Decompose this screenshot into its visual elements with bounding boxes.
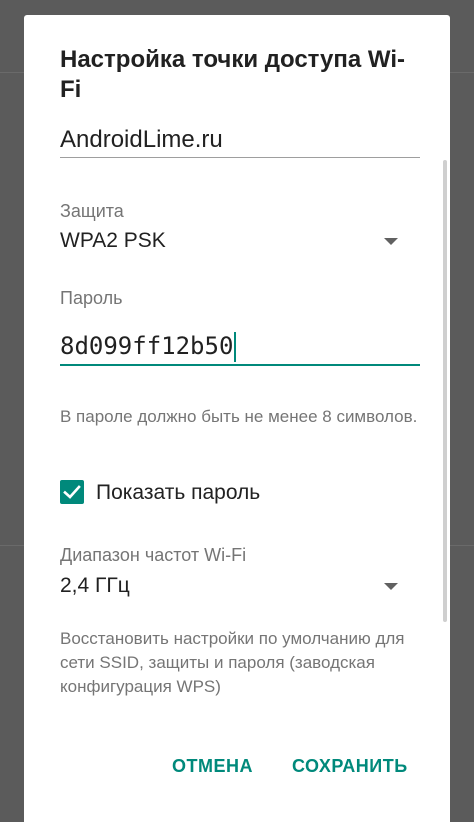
- dropdown-arrow-icon: [384, 238, 398, 245]
- dialog-title: Настройка точки доступа Wi-Fi: [60, 46, 405, 103]
- show-password-label[interactable]: Показать пароль: [96, 479, 260, 507]
- password-hint: В пароле должно быть не менее 8 символов…: [60, 407, 418, 426]
- ssid-input[interactable]: AndroidLime.ru: [60, 123, 420, 157]
- password-label: Пароль: [60, 288, 123, 308]
- security-value: WPA2 PSK: [60, 229, 166, 252]
- save-button[interactable]: СОХРАНИТЬ: [292, 751, 408, 781]
- dropdown-arrow-icon: [384, 583, 398, 590]
- wifi-hotspot-dialog: Настройка точки доступа Wi-Fi AndroidLim…: [24, 15, 450, 822]
- show-password-checkbox[interactable]: [60, 480, 84, 504]
- ssid-underline: [60, 157, 420, 158]
- checkmark-icon: [63, 485, 81, 499]
- password-underline: [60, 364, 420, 366]
- text-cursor: [234, 332, 237, 362]
- band-label: Диапазон частот Wi-Fi: [60, 545, 247, 565]
- band-value: 2,4 ГГц: [60, 574, 130, 597]
- scrollbar[interactable]: [443, 160, 447, 622]
- cancel-button[interactable]: ОТМЕНА: [172, 751, 253, 781]
- password-text: 8d099ff12b50: [60, 332, 234, 360]
- dialog-actions: ОТМЕНА СОХРАНИТЬ: [24, 751, 450, 781]
- wps-reset-link[interactable]: Восстановить настройки по умолчанию для …: [60, 627, 420, 699]
- security-label: Защита: [60, 201, 124, 221]
- password-input[interactable]: 8d099ff12b50: [60, 327, 420, 365]
